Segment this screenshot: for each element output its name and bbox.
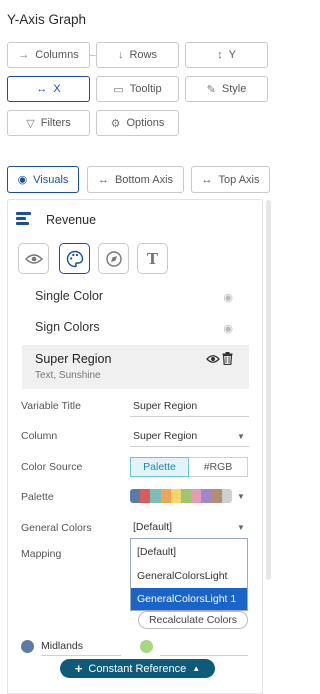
list-item-selected[interactable]: Super Region Text, Sunshine xyxy=(22,345,249,389)
list-item[interactable]: Sign Colors ◉ xyxy=(22,320,249,335)
filters-button[interactable]: ▽ Filters xyxy=(7,110,90,136)
palette-swatch xyxy=(140,489,151,503)
input-underline xyxy=(160,655,248,656)
palette-icon xyxy=(66,250,83,267)
constant-reference-label: Constant Reference xyxy=(88,662,187,675)
palette-swatch xyxy=(130,489,141,503)
palette-label: Palette xyxy=(21,491,54,503)
tab-bottom-axis[interactable]: ↔ Bottom Axis xyxy=(87,166,184,193)
tooltip-icon: ▭ xyxy=(113,83,124,96)
y-label: Y xyxy=(228,49,236,61)
input-underline xyxy=(130,446,249,447)
palette-swatch xyxy=(181,489,192,503)
text-format-button[interactable]: T xyxy=(137,243,168,274)
rgb-toggle[interactable]: #RGB xyxy=(189,457,248,477)
constant-reference-button[interactable]: + Constant Reference ▲ xyxy=(60,659,215,678)
caret-up-icon: ▲ xyxy=(192,664,201,673)
list-item-label: Single Color xyxy=(35,289,104,303)
text-t-icon: T xyxy=(146,249,159,268)
list-item-sublabel: Text, Sunshine xyxy=(35,370,101,381)
input-underline xyxy=(130,416,249,417)
list-item[interactable]: Single Color ◉ xyxy=(22,289,249,304)
general-colors-dropdown: [Default] GeneralColorsLight GeneralColo… xyxy=(130,538,248,611)
x-button[interactable]: ↔ X xyxy=(7,76,90,102)
brush-icon: ✎ xyxy=(206,83,216,96)
eye-icon[interactable]: ◉ xyxy=(223,291,233,304)
plus-icon: + xyxy=(74,661,83,676)
color-source-label: Color Source xyxy=(21,461,83,473)
variable-title-input[interactable]: Super Region xyxy=(133,400,197,412)
scrollbar[interactable] xyxy=(266,200,271,580)
trash-icon[interactable] xyxy=(222,352,233,365)
chevron-down-icon[interactable]: ▼ xyxy=(237,492,245,501)
filter-icon: ▽ xyxy=(26,117,35,130)
general-colors-label: General Colors xyxy=(21,522,92,534)
options-button[interactable]: ⚙ Options xyxy=(96,110,179,136)
palette-swatch xyxy=(191,489,202,503)
color-swatch[interactable] xyxy=(21,640,34,653)
rows-label: Rows xyxy=(129,49,157,61)
columns-label: Columns xyxy=(35,49,79,61)
mapping-label: Mapping xyxy=(21,548,62,560)
arrow-updown-icon: ↕ xyxy=(217,49,223,61)
arrow-down-icon: ↓ xyxy=(117,49,124,61)
palette-swatch xyxy=(160,489,171,503)
recalculate-colors-button[interactable]: Recalculate Colors xyxy=(138,611,248,629)
dropdown-option[interactable]: GeneralColorsLight xyxy=(131,565,247,587)
panel-title: Revenue xyxy=(46,213,97,227)
palette-toggle[interactable]: Palette xyxy=(130,457,189,477)
palette-swatch xyxy=(211,489,222,503)
tab-top-axis-label: Top Axis xyxy=(218,173,260,186)
y-button[interactable]: ↕ Y xyxy=(185,42,268,68)
palette-swatch xyxy=(201,489,212,503)
x-label: X xyxy=(53,83,61,95)
arrow-leftright-icon: ↔ xyxy=(201,173,213,186)
palette-swatch xyxy=(221,489,232,503)
columns-button[interactable]: → Columns xyxy=(7,42,90,68)
color-palette-button[interactable] xyxy=(59,243,90,274)
options-label: Options xyxy=(126,117,165,129)
arrow-right-icon: → xyxy=(18,49,30,61)
chevron-down-icon[interactable]: ▼ xyxy=(237,432,245,441)
style-label: Style xyxy=(221,83,247,95)
arrow-leftright-icon: ↔ xyxy=(97,173,109,186)
dropdown-option[interactable]: [Default] xyxy=(131,541,247,563)
gear-icon: ⚙ xyxy=(110,117,121,130)
style-button[interactable]: ✎ Style xyxy=(185,76,268,102)
compass-icon xyxy=(105,250,122,267)
variable-title-label: Variable Title xyxy=(21,400,81,412)
general-colors-select[interactable]: [Default] xyxy=(133,521,172,533)
tab-visuals-label: Visuals xyxy=(33,173,69,186)
mapping-item-label: Midlands xyxy=(41,640,84,652)
list-item-label: Super Region xyxy=(35,352,112,366)
dropdown-option-selected[interactable]: GeneralColorsLight 1 xyxy=(131,588,247,610)
list-item-label: Sign Colors xyxy=(35,320,100,334)
filters-label: Filters xyxy=(40,117,71,129)
palette-swatch xyxy=(150,489,161,503)
eye-icon[interactable]: ◉ xyxy=(223,322,233,335)
tooltip-label: Tooltip xyxy=(129,83,162,95)
eye-icon: ◉ xyxy=(17,174,28,186)
eye-icon[interactable] xyxy=(206,354,220,364)
palette-swatch xyxy=(170,489,182,503)
column-label: Column xyxy=(21,430,58,442)
eye-icon xyxy=(24,253,43,264)
tab-visuals[interactable]: ◉ Visuals xyxy=(7,166,79,193)
column-select[interactable]: Super Region xyxy=(133,430,197,442)
palette-swatch-strip[interactable] xyxy=(130,489,232,503)
input-underline xyxy=(41,655,121,656)
page-title: Y-Axis Graph xyxy=(7,12,87,27)
arrow-leftright-icon: ↔ xyxy=(36,83,48,95)
tooltip-button[interactable]: ▭ Tooltip xyxy=(96,76,179,102)
tab-top-axis[interactable]: ↔ Top Axis xyxy=(191,166,270,193)
tab-bottom-axis-label: Bottom Axis xyxy=(114,173,174,186)
rows-button[interactable]: ↓ Rows xyxy=(96,42,179,68)
visibility-toggle-button[interactable] xyxy=(18,243,49,274)
chevron-down-icon[interactable]: ▼ xyxy=(237,523,245,532)
bar-list-icon xyxy=(16,212,31,226)
color-swatch[interactable] xyxy=(140,640,153,653)
style-compass-button[interactable] xyxy=(98,243,129,274)
